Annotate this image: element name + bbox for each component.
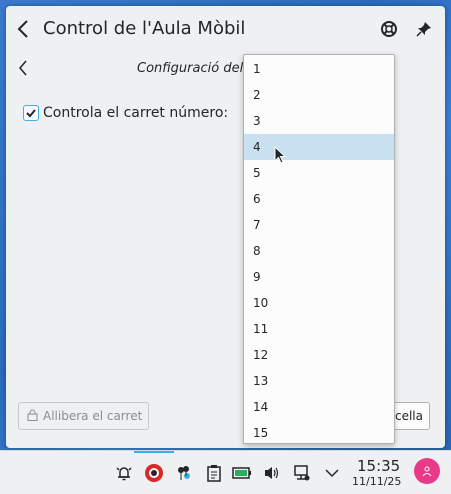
dropdown-option[interactable]: 9 xyxy=(244,264,394,290)
dropdown-option[interactable]: 14 xyxy=(244,394,394,420)
dropdown-option[interactable]: 4 xyxy=(244,134,394,160)
user-icon[interactable] xyxy=(414,458,440,484)
dropdown-option[interactable]: 10 xyxy=(244,290,394,316)
dropdown-option[interactable]: 6 xyxy=(244,186,394,212)
dropdown-option[interactable]: 8 xyxy=(244,238,394,264)
record-icon[interactable] xyxy=(144,463,164,483)
network-icon[interactable] xyxy=(292,463,312,483)
battery-icon[interactable] xyxy=(232,463,252,483)
balloons-icon[interactable] xyxy=(174,463,194,483)
active-task-indicator xyxy=(134,451,174,453)
cancel-label: cella xyxy=(394,409,423,423)
back-arrow-icon[interactable] xyxy=(14,18,34,40)
dropdown-option[interactable]: 3 xyxy=(244,108,394,134)
dropdown-option[interactable]: 1 xyxy=(244,56,394,82)
control-cart-checkbox[interactable] xyxy=(23,105,39,121)
title-bar: Control de l'Aula Mòbil xyxy=(6,6,445,52)
page-back-icon[interactable] xyxy=(16,58,30,78)
control-cart-row: Controla el carret número: xyxy=(23,103,228,123)
release-cart-button[interactable]: Allibera el carret xyxy=(18,402,149,430)
lifebuoy-help-icon[interactable] xyxy=(380,20,398,38)
dropdown-option[interactable]: 2 xyxy=(244,82,394,108)
volume-icon[interactable] xyxy=(262,463,282,483)
window-title: Control de l'Aula Mòbil xyxy=(43,18,246,39)
dropdown-option[interactable]: 7 xyxy=(244,212,394,238)
dropdown-option[interactable]: 11 xyxy=(244,316,394,342)
page-title: Configuració del xyxy=(137,61,244,76)
mouse-cursor-icon xyxy=(274,145,288,166)
dropdown-option[interactable]: 5 xyxy=(244,160,394,186)
bell-icon[interactable] xyxy=(114,463,134,483)
lock-icon xyxy=(27,409,38,424)
clipboard-icon[interactable] xyxy=(204,463,224,483)
clock-time[interactable]: 15:35 xyxy=(357,457,400,475)
dropdown-option[interactable]: 15 xyxy=(244,420,394,446)
release-cart-label: Allibera el carret xyxy=(43,409,143,423)
chevron-down-icon[interactable] xyxy=(322,463,342,483)
dropdown-option[interactable]: 13 xyxy=(244,368,394,394)
pin-icon[interactable] xyxy=(415,20,433,38)
cart-number-dropdown: 1 2 3 4 5 6 7 8 9 10 11 12 13 14 15 xyxy=(243,54,395,444)
clock-date[interactable]: 11/11/25 xyxy=(352,475,401,488)
dropdown-option[interactable]: 12 xyxy=(244,342,394,368)
control-cart-label: Controla el carret número: xyxy=(43,105,229,121)
